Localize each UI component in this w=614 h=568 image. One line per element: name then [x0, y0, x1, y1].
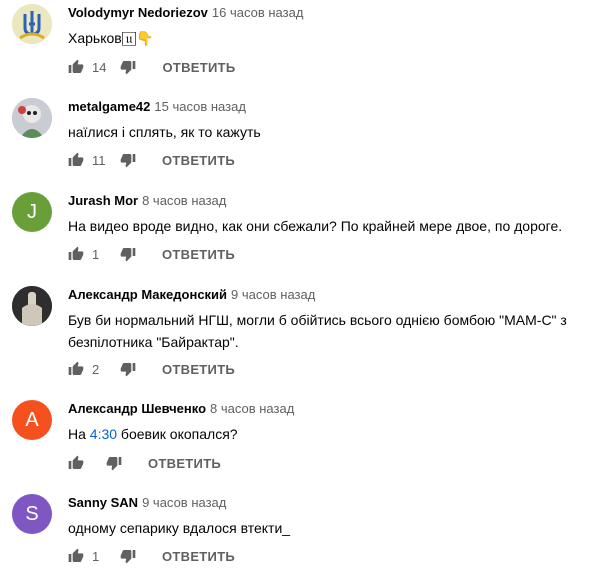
avatar[interactable]: [12, 286, 52, 326]
avatar-letter: J: [27, 201, 37, 223]
comment-text-line: Харьков 𝔲⃞ 👇: [68, 30, 154, 46]
comment-header: Александр Македонский 9 часов назад: [68, 287, 315, 302]
author-name[interactable]: metalgame42: [68, 99, 150, 114]
comment-header: metalgame42 15 часов назад: [68, 99, 246, 114]
avatar[interactable]: J: [12, 192, 52, 232]
avatar[interactable]: S: [12, 494, 52, 534]
comment-time[interactable]: 9 часов назад: [231, 287, 315, 302]
avatar[interactable]: [12, 4, 52, 44]
dislike-icon[interactable]: [106, 455, 122, 471]
comment-text: одному сепарику вдалося втекти_: [68, 517, 588, 539]
comment-actions: ОТВЕТИТЬ: [68, 453, 221, 473]
comment-time[interactable]: 8 часов назад: [210, 401, 294, 416]
comment-header: Volodymyr Nedoriezov 16 часов назад: [68, 5, 303, 20]
comment-text-line: наїлися і сплять, як то кажуть: [68, 124, 261, 140]
comment-text-line: На видео вроде видно, как они сбежали? П…: [68, 218, 563, 234]
dislike-icon[interactable]: [120, 361, 136, 377]
like-icon[interactable]: [68, 152, 84, 168]
reply-button[interactable]: ОТВЕТИТЬ: [162, 60, 235, 75]
comment-actions: 2 ОТВЕТИТЬ: [68, 359, 235, 379]
reply-button[interactable]: ОТВЕТИТЬ: [162, 362, 235, 377]
avatar[interactable]: [12, 98, 52, 138]
avatar-letter: A: [25, 409, 39, 431]
comment-header: Sanny SAN 9 часов назад: [68, 495, 226, 510]
reply-button[interactable]: ОТВЕТИТЬ: [162, 549, 235, 564]
comment-text-prefix: На: [68, 426, 90, 442]
comment-text-line: одному сепарику вдалося втекти_: [68, 520, 291, 536]
author-name[interactable]: Александр Шевченко: [68, 401, 206, 416]
comment-text-line: безпілотника "Байрактар".: [68, 334, 239, 350]
comment-text-suffix: боевик окопался?: [117, 426, 238, 442]
like-icon[interactable]: [68, 59, 84, 75]
comment-text: На 4:30 боевик окопался?: [68, 423, 588, 445]
reply-button[interactable]: ОТВЕТИТЬ: [148, 456, 221, 471]
comment-actions: 11 ОТВЕТИТЬ: [68, 150, 235, 170]
comment-time[interactable]: 8 часов назад: [142, 193, 226, 208]
comment-time[interactable]: 16 часов назад: [212, 5, 304, 20]
author-name[interactable]: Jurash Mor: [68, 193, 138, 208]
dislike-icon[interactable]: [120, 59, 136, 75]
avatar[interactable]: A: [12, 400, 52, 440]
comment-header: Александр Шевченко 8 часов назад: [68, 401, 294, 416]
reply-button[interactable]: ОТВЕТИТЬ: [162, 153, 235, 168]
comment-text: Харьков 𝔲⃞ 👇: [68, 27, 588, 49]
like-count: 1: [92, 548, 100, 564]
timestamp-link[interactable]: 4:30: [90, 426, 117, 442]
author-name[interactable]: Volodymyr Nedoriezov: [68, 5, 208, 20]
like-icon[interactable]: [68, 246, 84, 262]
comment-header: Jurash Mor 8 часов назад: [68, 193, 226, 208]
author-name[interactable]: Александр Македонский: [68, 287, 227, 302]
comment-text: Був би нормальний НГШ, могли б обійтись …: [68, 309, 588, 353]
avatar-letter: S: [25, 503, 39, 525]
dislike-icon[interactable]: [120, 152, 136, 168]
like-icon[interactable]: [68, 361, 84, 377]
like-count: 14: [92, 59, 107, 75]
like-count: 2: [92, 361, 100, 377]
dislike-icon[interactable]: [120, 246, 136, 262]
user-avatar-image: [12, 286, 52, 326]
like-icon[interactable]: [68, 455, 84, 471]
comment-text-line: Був би нормальний НГШ, могли б обійтись …: [68, 312, 567, 328]
comment-actions: 14 ОТВЕТИТЬ: [68, 57, 236, 77]
comment-actions: 1 ОТВЕТИТЬ: [68, 244, 235, 264]
comment-text: На видео вроде видно, как они сбежали? П…: [68, 215, 588, 237]
like-icon[interactable]: [68, 548, 84, 564]
comment-time[interactable]: 15 часов назад: [154, 99, 246, 114]
reply-button[interactable]: ОТВЕТИТЬ: [162, 247, 235, 262]
user-avatar-image: [12, 98, 52, 138]
comment-actions: 1 ОТВЕТИТЬ: [68, 546, 235, 566]
trident-avatar-image: [12, 4, 52, 44]
author-name[interactable]: Sanny SAN: [68, 495, 138, 510]
like-count: 11: [92, 152, 106, 168]
comment-time[interactable]: 9 часов назад: [142, 495, 226, 510]
like-count: 1: [92, 246, 100, 262]
dislike-icon[interactable]: [120, 548, 136, 564]
comment-text: наїлися і сплять, як то кажуть: [68, 121, 588, 143]
